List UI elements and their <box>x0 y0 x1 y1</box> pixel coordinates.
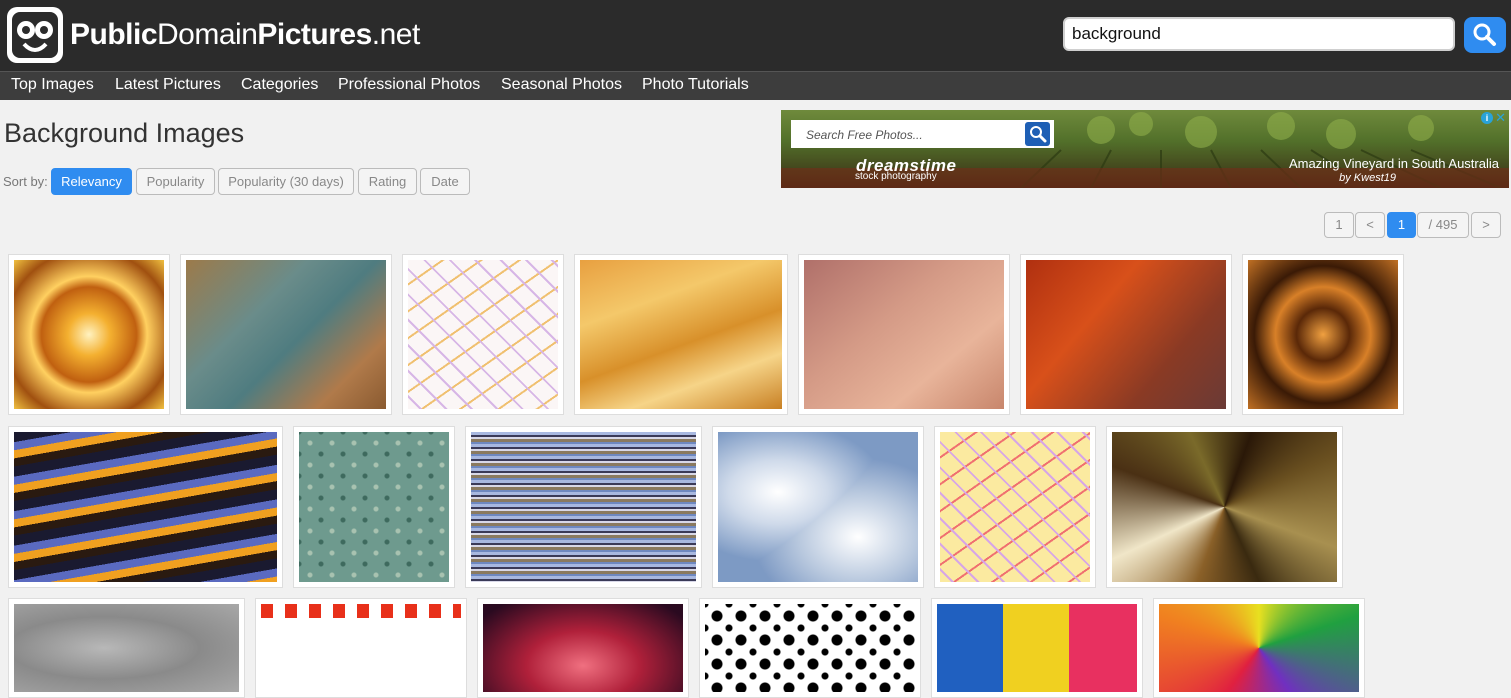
nav-professional-photos[interactable]: Professional Photos <box>338 76 480 94</box>
thumbnail-mosaic[interactable] <box>1106 426 1343 588</box>
ad-caption: Amazing Vineyard in South Australia <box>1288 156 1499 171</box>
pager-first-button[interactable]: 1 <box>1324 212 1354 238</box>
pager-next-button[interactable]: > <box>1471 212 1501 238</box>
thumbnail-confetti-yellow[interactable] <box>934 426 1096 588</box>
thumbnail-grey-marble[interactable] <box>8 598 245 698</box>
page-title: Background Images <box>4 118 245 148</box>
ad-search-placeholder: Search Free Photos... <box>806 128 923 142</box>
ad-banner[interactable]: Search Free Photos... dreamstime stock p… <box>781 110 1509 188</box>
pager-prev-button[interactable]: < <box>1355 212 1385 238</box>
thumbnail-brown-kaleido[interactable] <box>1242 254 1404 415</box>
ad-search-field[interactable]: Search Free Photos... <box>791 120 1054 148</box>
search-button[interactable] <box>1464 17 1506 53</box>
thumbnail-orange-swirl[interactable] <box>8 426 283 588</box>
thumbnail-green-pattern[interactable] <box>293 426 455 588</box>
thumbnail-hearts-frame[interactable] <box>255 598 467 698</box>
sort-popularity-button[interactable]: Popularity <box>136 168 215 195</box>
thumbnail-golden-waves[interactable] <box>574 254 788 415</box>
nav-latest-pictures[interactable]: Latest Pictures <box>115 76 221 94</box>
nav-categories[interactable]: Categories <box>241 76 318 94</box>
main-nav: Top Images Latest Pictures Categories Pr… <box>0 71 1511 100</box>
thumbnail-pink-blur[interactable] <box>798 254 1010 415</box>
sort-popularity-30-days-button[interactable]: Popularity (30 days) <box>218 168 354 195</box>
thumbnail-blur-teal-brown[interactable] <box>180 254 392 415</box>
search-icon <box>1030 126 1047 143</box>
nav-seasonal-photos[interactable]: Seasonal Photos <box>501 76 622 94</box>
thumbnail-fractal-gold[interactable] <box>8 254 170 415</box>
thumbnail-black-white-pattern[interactable] <box>699 598 921 698</box>
nav-top-images[interactable]: Top Images <box>11 76 94 94</box>
ad-close-icon[interactable]: ✕ <box>1495 110 1506 126</box>
sort-rating-button[interactable]: Rating <box>358 168 417 195</box>
thumbnail-heart-mosaic[interactable] <box>1153 598 1365 698</box>
site-header: PublicDomainPictures.net background <box>0 0 1511 71</box>
thumbnail-orange-blur[interactable] <box>1020 254 1232 415</box>
ad-info-icon[interactable]: i <box>1481 112 1493 124</box>
search-input[interactable]: background <box>1063 17 1455 51</box>
ad-search-button[interactable] <box>1025 122 1050 146</box>
logo-icon <box>7 7 63 63</box>
ad-brand-sub: stock photography <box>855 171 937 182</box>
thumbnail-stripes[interactable] <box>465 426 702 588</box>
thumbnail-peace-love[interactable] <box>931 598 1143 698</box>
site-name: PublicDomainPictures.net <box>70 18 420 51</box>
pager-current-page[interactable]: 1 <box>1387 212 1416 238</box>
sort-relevancy-button[interactable]: Relevancy <box>51 168 132 195</box>
thumbnail-clouds[interactable] <box>712 426 924 588</box>
thumbnail-confetti-white[interactable] <box>402 254 564 415</box>
sort-date-button[interactable]: Date <box>420 168 470 195</box>
thumbnail-you-my-heart[interactable] <box>477 598 689 698</box>
ad-byline: by Kwest19 <box>1339 172 1396 184</box>
site-logo[interactable]: PublicDomainPictures.net <box>6 6 420 64</box>
search-icon <box>1473 23 1496 46</box>
sort-label: Sort by: <box>3 174 48 189</box>
nav-photo-tutorials[interactable]: Photo Tutorials <box>642 76 749 94</box>
pager-total-pages: / 495 <box>1417 212 1469 238</box>
